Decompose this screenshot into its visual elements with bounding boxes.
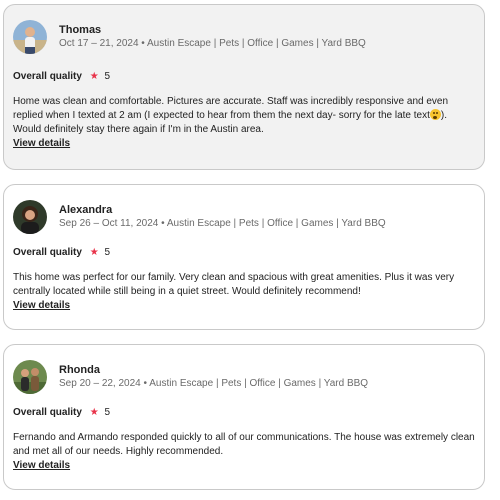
star-icon: ★ bbox=[89, 71, 99, 82]
review-text-body: Fernando and Armando responded quickly t… bbox=[13, 432, 475, 457]
view-details-link[interactable]: View details bbox=[13, 459, 475, 473]
reviewer-name: Rhonda bbox=[59, 364, 100, 376]
stay-details: Sep 26 – Oct 11, 2024 • Austin Escape | … bbox=[59, 218, 386, 229]
overall-quality-rating: Overall quality ★ 5 bbox=[13, 247, 110, 258]
overall-quality-rating: Overall quality ★ 5 bbox=[13, 407, 110, 418]
review-card: Rhonda Sep 20 – 22, 2024 • Austin Escape… bbox=[3, 344, 485, 490]
overall-quality-label: Overall quality bbox=[13, 71, 82, 82]
stay-details: Oct 17 – 21, 2024 • Austin Escape | Pets… bbox=[59, 38, 366, 49]
review-card: Alexandra Sep 26 – Oct 11, 2024 • Austin… bbox=[3, 184, 485, 330]
review-header: Rhonda Sep 20 – 22, 2024 • Austin Escape… bbox=[13, 359, 368, 395]
review-text-body: This home was perfect for our family. Ve… bbox=[13, 272, 455, 297]
avatar bbox=[13, 360, 47, 394]
review-text: Fernando and Armando responded quickly t… bbox=[13, 431, 475, 473]
review-header: Thomas Oct 17 – 21, 2024 • Austin Escape… bbox=[13, 19, 366, 55]
overall-quality-label: Overall quality bbox=[13, 247, 82, 258]
rating-value: 5 bbox=[104, 247, 111, 258]
star-icon: ★ bbox=[89, 407, 99, 418]
avatar bbox=[13, 20, 47, 54]
review-header: Alexandra Sep 26 – Oct 11, 2024 • Austin… bbox=[13, 199, 386, 235]
avatar bbox=[13, 200, 47, 234]
upside-down-face-emoji-icon bbox=[429, 109, 441, 120]
rating-value: 5 bbox=[104, 71, 111, 82]
star-icon: ★ bbox=[89, 247, 99, 258]
review-text-part-1: Home was clean and comfortable. Pictures… bbox=[13, 96, 449, 121]
review-text: Home was clean and comfortable. Pictures… bbox=[13, 95, 475, 151]
review-text: This home was perfect for our family. Ve… bbox=[13, 271, 475, 313]
view-details-link[interactable]: View details bbox=[13, 299, 475, 313]
view-details-link[interactable]: View details bbox=[13, 137, 475, 151]
overall-quality-label: Overall quality bbox=[13, 407, 82, 418]
stay-details: Sep 20 – 22, 2024 • Austin Escape | Pets… bbox=[59, 378, 369, 389]
reviewer-name: Thomas bbox=[59, 24, 102, 36]
review-card: Thomas Oct 17 – 21, 2024 • Austin Escape… bbox=[3, 4, 485, 170]
overall-quality-rating: Overall quality ★ 5 bbox=[13, 71, 110, 82]
rating-value: 5 bbox=[104, 407, 111, 418]
reviewer-name: Alexandra bbox=[59, 204, 113, 216]
